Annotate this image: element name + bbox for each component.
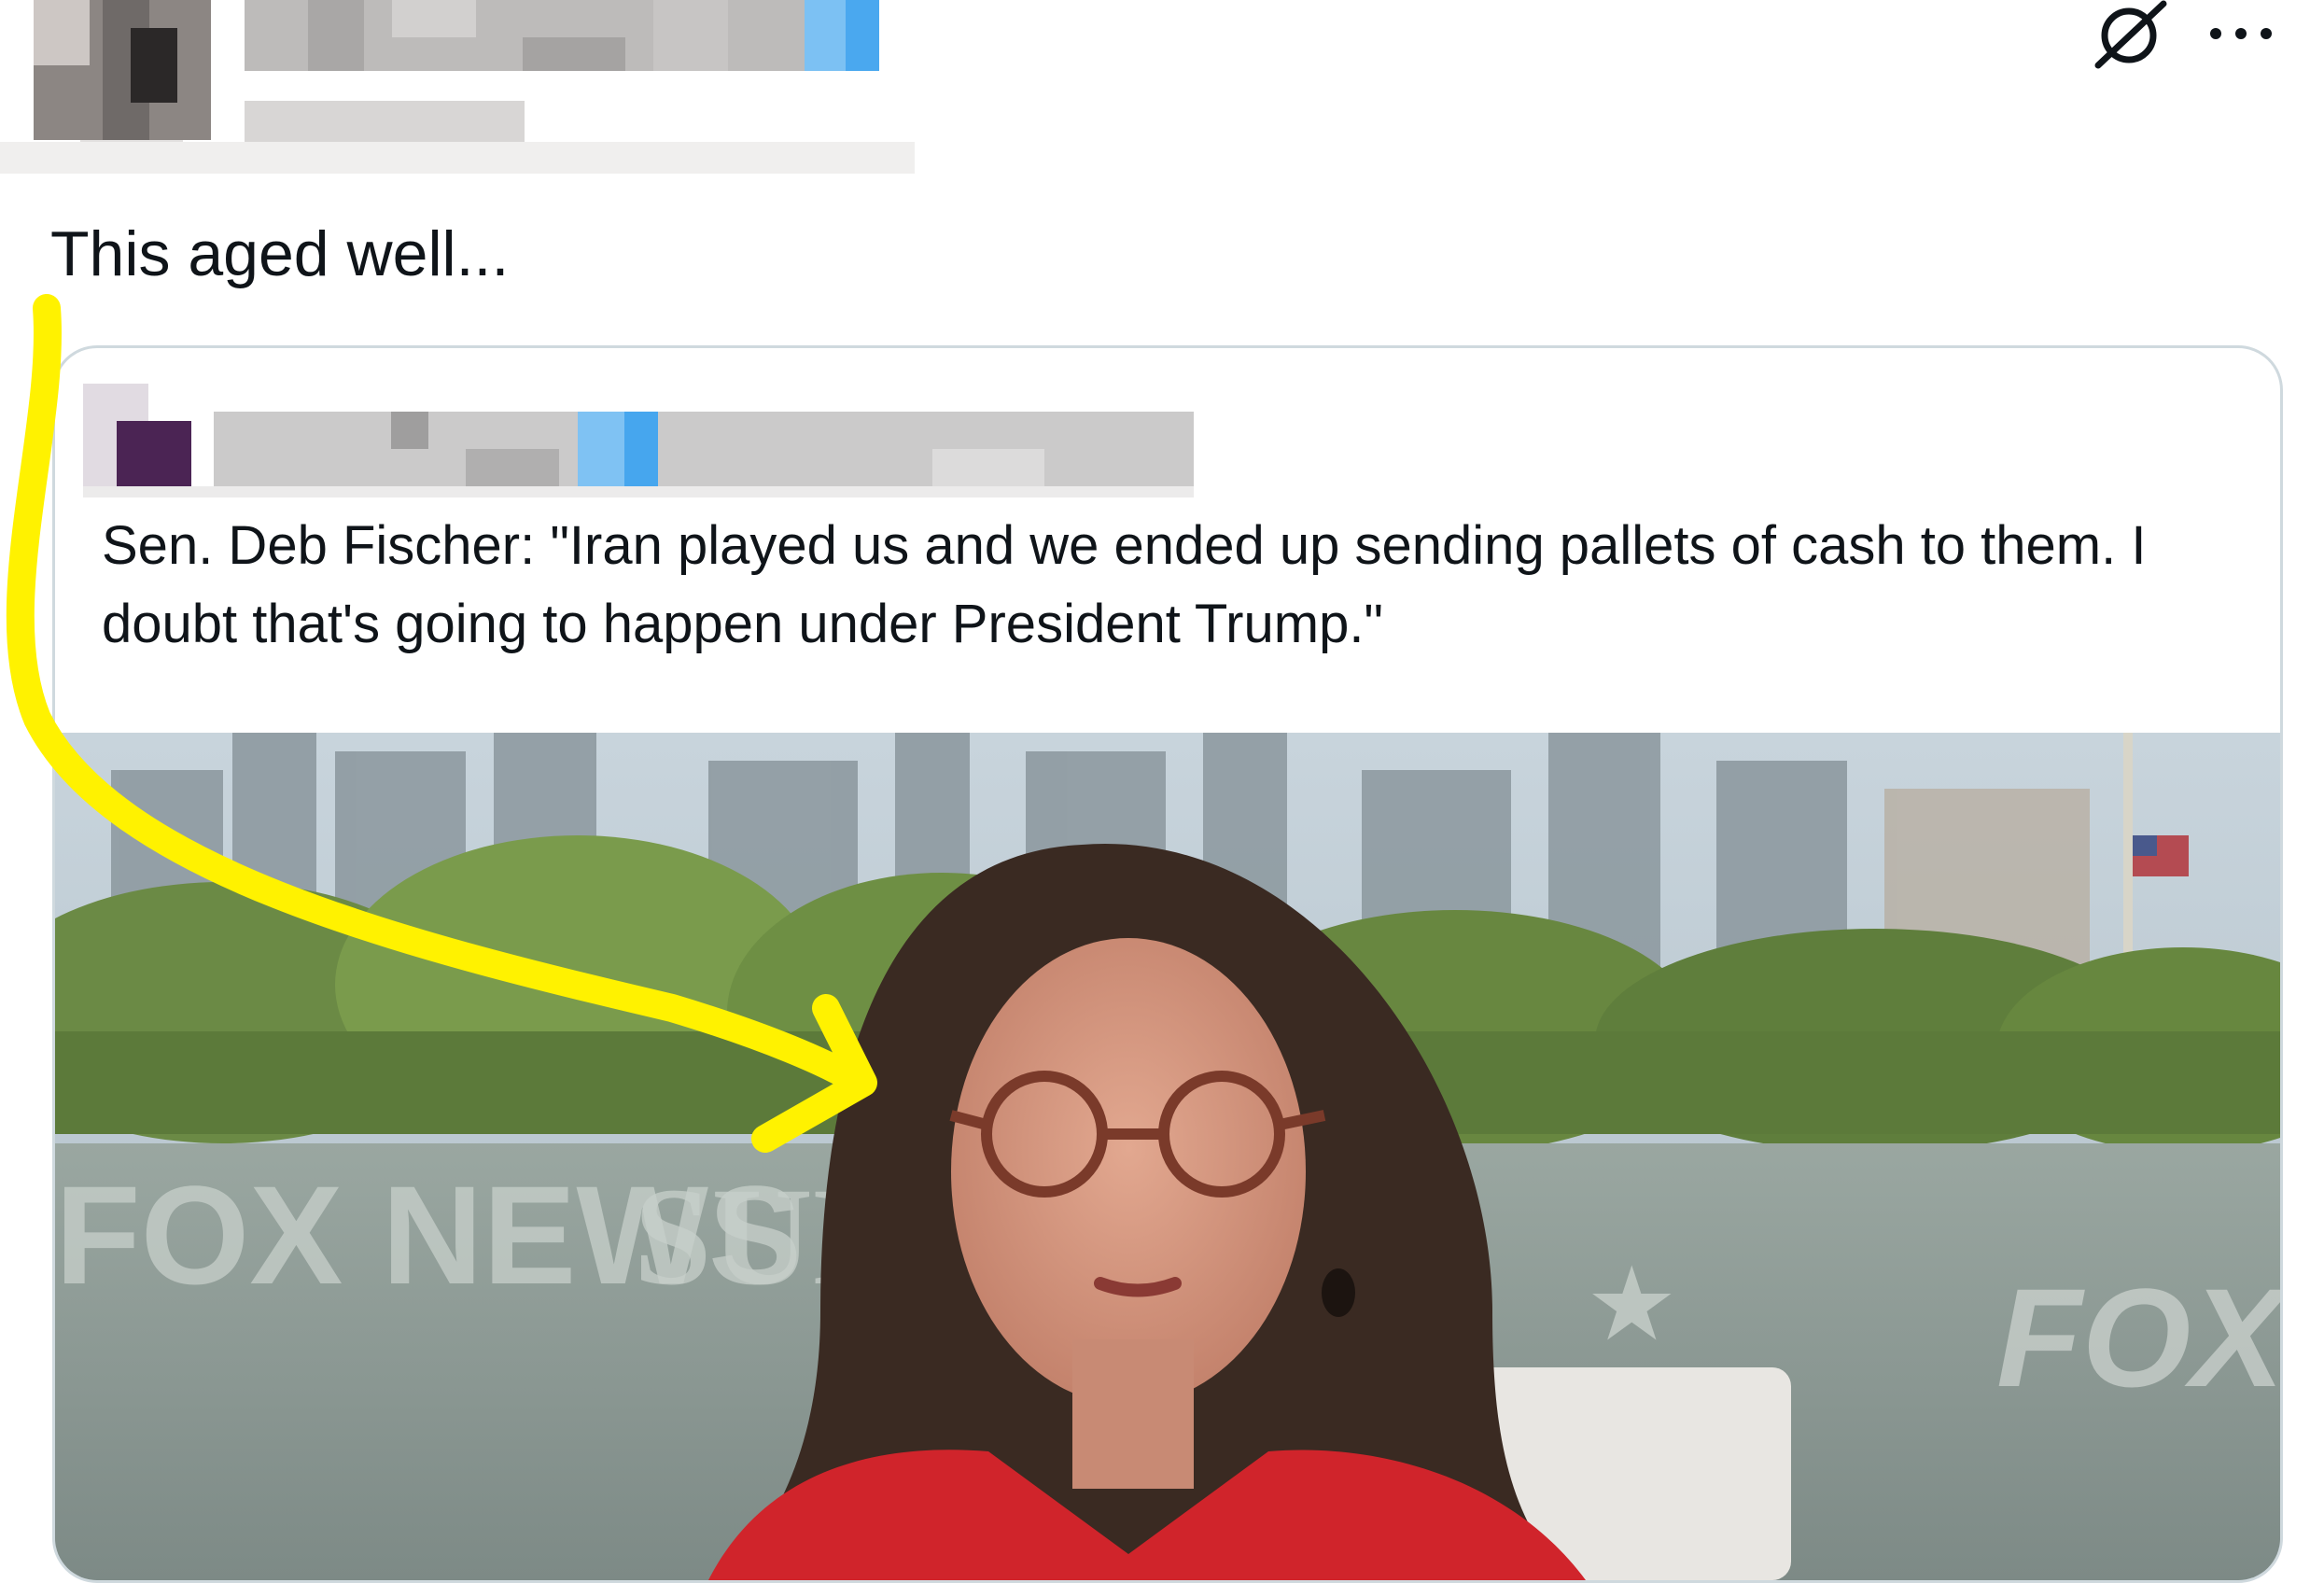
video-thumbnail[interactable]: FOX NEWS SUN FOX ★	[55, 733, 2280, 1580]
handle-pixelated	[245, 101, 525, 142]
quoted-name-pixelated	[214, 412, 1194, 486]
grok-slash-icon[interactable]	[2087, 0, 2171, 71]
background-text-fox: FOX	[1996, 1259, 2280, 1416]
quoted-post-card[interactable]: Sen. Deb Fischer: "Iran played us and we…	[52, 345, 2283, 1583]
star-icon: ★	[1586, 1244, 1678, 1364]
earring	[1322, 1268, 1355, 1317]
quoted-post-text: Sen. Deb Fischer: "Iran played us and we…	[102, 515, 2147, 654]
post-text: This aged well...	[50, 218, 510, 289]
more-horizontal-icon[interactable]	[2206, 13, 2275, 54]
redacted-author-header	[0, 0, 915, 174]
quoted-redacted-author	[55, 348, 1231, 507]
